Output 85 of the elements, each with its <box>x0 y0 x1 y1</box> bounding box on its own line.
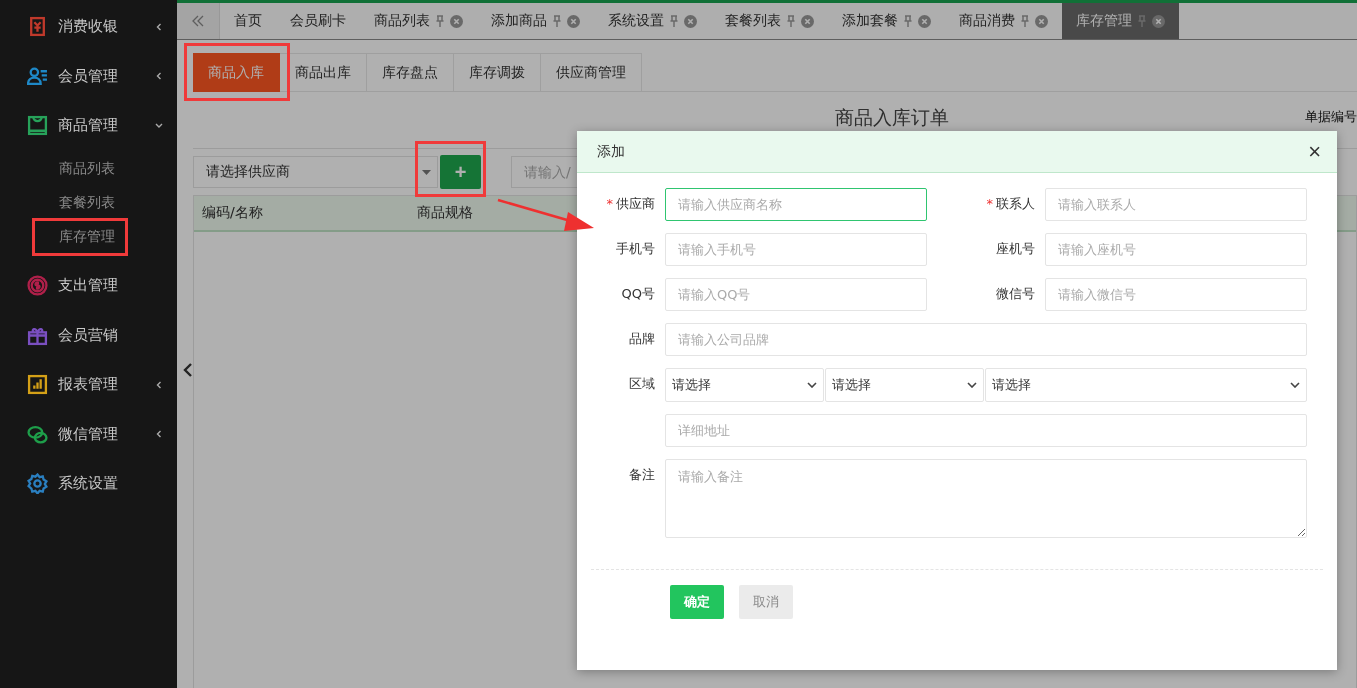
required-mark: * <box>606 196 613 211</box>
pin-icon[interactable] <box>436 15 444 27</box>
remarks-field[interactable]: 请输入备注 <box>665 459 1307 538</box>
sub-tab[interactable]: 库存盘点 <box>367 53 454 92</box>
submenu-item[interactable]: 套餐列表 <box>59 184 115 219</box>
pin-icon[interactable] <box>1021 15 1029 27</box>
dialog-title: 添加 <box>597 142 625 161</box>
sidebar-item[interactable]: 报表管理 <box>0 359 177 410</box>
menu-label: 会员营销 <box>58 325 119 345</box>
field-label: 微信号 <box>996 286 1035 301</box>
menu-label: 微信管理 <box>58 424 119 444</box>
region-select[interactable]: 请选择 <box>985 368 1307 402</box>
close-icon[interactable] <box>450 14 463 28</box>
scroll-tabs-left-button[interactable] <box>177 3 220 39</box>
close-icon[interactable] <box>567 14 580 28</box>
tab[interactable]: 库存管理 <box>1062 3 1179 39</box>
region-select[interactable]: 请选择 <box>665 368 824 402</box>
tab-label: 套餐列表 <box>725 12 781 30</box>
close-icon[interactable] <box>1152 14 1165 28</box>
menu-label: 支出管理 <box>58 276 119 296</box>
menu-label: 商品管理 <box>58 116 119 136</box>
order-number-label: 单据编号 <box>1305 108 1357 126</box>
field-label: 供应商 <box>616 196 655 211</box>
field-label: 座机号 <box>996 241 1035 256</box>
sub-tab[interactable]: 供应商管理 <box>541 53 642 92</box>
pin-icon[interactable] <box>553 15 561 27</box>
close-icon[interactable] <box>918 14 931 28</box>
tab-label: 商品列表 <box>374 12 430 30</box>
sidebar-item[interactable]: 消费收银 <box>0 2 177 52</box>
close-icon[interactable] <box>684 14 697 28</box>
close-icon[interactable] <box>1035 14 1048 28</box>
tab[interactable]: 套餐列表 <box>711 3 828 39</box>
tab-label: 系统设置 <box>608 12 664 30</box>
chevron-down-icon <box>967 382 977 388</box>
pin-icon[interactable] <box>904 15 912 27</box>
sidebar-item[interactable]: 支出管理 <box>0 260 177 311</box>
double-chevron-icon <box>191 15 205 27</box>
submenu-item[interactable]: 库存管理 <box>59 218 115 253</box>
input-field[interactable]: 请输入供应商名称 <box>665 188 927 221</box>
submenu-item[interactable]: 商品列表 <box>59 150 115 185</box>
chevron-down-icon <box>807 382 817 388</box>
field-label: 手机号 <box>616 241 655 256</box>
tab[interactable]: 商品消费 <box>945 3 1062 39</box>
column-header: 商品规格 <box>416 204 474 222</box>
required-mark: * <box>986 196 993 211</box>
pin-icon[interactable] <box>1138 15 1146 27</box>
field-label: 联系人 <box>996 196 1035 211</box>
tab[interactable]: 商品列表 <box>360 3 477 39</box>
tab-label: 库存管理 <box>1076 12 1132 30</box>
tab-label: 添加套餐 <box>842 12 898 30</box>
sidebar-item[interactable]: 会员营销 <box>0 310 177 360</box>
tab[interactable]: 添加套餐 <box>828 3 945 39</box>
pin-icon[interactable] <box>787 15 795 27</box>
tab[interactable]: 系统设置 <box>594 3 711 39</box>
field-label: 品牌 <box>629 331 655 346</box>
sidebar-item[interactable]: 会员管理 <box>0 51 177 102</box>
sidebar-item[interactable]: 商品管理 <box>0 101 177 151</box>
tab-label: 会员刷卡 <box>290 12 346 30</box>
sidebar-item[interactable]: 微信管理 <box>0 409 177 460</box>
tab[interactable]: 会员刷卡 <box>276 3 360 39</box>
menu-label: 消费收银 <box>58 17 119 37</box>
page-title: 商品入库订单 <box>835 105 949 130</box>
region-select[interactable]: 请选择 <box>825 368 984 402</box>
tab-label: 商品消费 <box>959 12 1015 30</box>
field-label: 备注 <box>629 467 655 482</box>
field-label: 区域 <box>629 376 655 391</box>
tab[interactable]: 首页 <box>220 3 276 39</box>
caret-icon <box>422 169 431 175</box>
chevron-down-icon <box>1290 382 1300 388</box>
column-header: 编码/名称 <box>201 204 264 222</box>
menu-label: 会员管理 <box>58 66 119 86</box>
tab[interactable]: 添加商品 <box>477 3 594 39</box>
menu-label: 报表管理 <box>58 375 119 395</box>
menu-label: 系统设置 <box>58 474 119 494</box>
tab-label: 添加商品 <box>491 12 547 30</box>
field-label: QQ号 <box>621 286 655 301</box>
collapse-icon[interactable] <box>183 362 193 378</box>
sub-tab[interactable]: 商品出库 <box>280 53 367 92</box>
sidebar-item[interactable]: 系统设置 <box>0 459 177 509</box>
tab-label: 首页 <box>234 12 262 30</box>
close-icon[interactable] <box>801 14 814 28</box>
close-button[interactable]: × <box>1308 140 1321 163</box>
sub-tab[interactable]: 库存调拨 <box>454 53 541 92</box>
pin-icon[interactable] <box>670 15 678 27</box>
supplier-select[interactable]: 请选择供应商 <box>193 156 438 188</box>
